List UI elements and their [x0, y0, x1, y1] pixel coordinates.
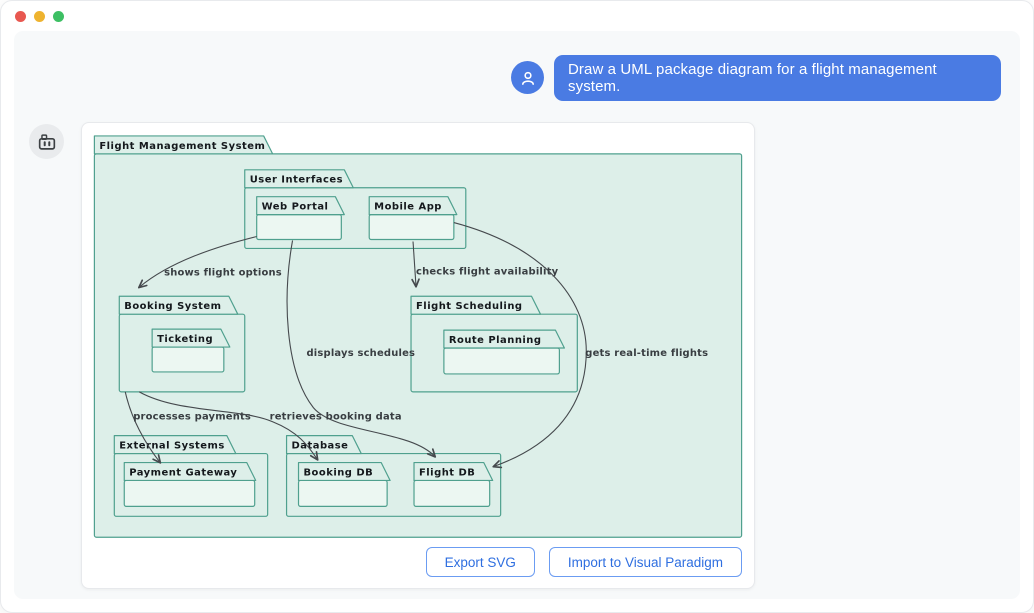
edge-label-gets-real-time-flights: gets real-time flights [585, 348, 708, 359]
edge-label-checks-flight-availability: checks flight availability [416, 266, 559, 277]
robot-icon [36, 131, 58, 153]
edge-label-retrieves-booking-data: retrieves booking data [270, 412, 402, 423]
diagram-actions: Export SVG Import to Visual Paradigm [426, 547, 742, 577]
package-label-database: Database [292, 441, 349, 452]
zoom-button[interactable] [53, 11, 64, 22]
package-label-booking-db: Booking DB [303, 467, 373, 478]
window-controls [15, 11, 64, 22]
package-web-portal: Web Portal [257, 197, 345, 240]
package-label-web-portal: Web Portal [262, 202, 329, 213]
minimize-button[interactable] [34, 11, 45, 22]
package-mobile-app: Mobile App [369, 197, 457, 240]
user-message-bubble: Draw a UML package diagram for a flight … [554, 55, 1001, 101]
package-label-flight-management-system: Flight Management System [99, 141, 265, 152]
person-icon [518, 68, 538, 88]
diagram-card: Flight Management System User Interfaces W… [81, 122, 755, 589]
package-label-route-planning: Route Planning [449, 335, 542, 346]
package-label-ticketing: Ticketing [157, 334, 213, 345]
package-label-flight-db: Flight DB [419, 467, 475, 478]
edge-label-shows-flight-options: shows flight options [164, 267, 282, 278]
import-visual-paradigm-button[interactable]: Import to Visual Paradigm [549, 547, 742, 577]
user-avatar [511, 61, 544, 94]
package-label-user-interfaces: User Interfaces [250, 175, 343, 186]
app-window: Draw a UML package diagram for a flight … [0, 0, 1034, 613]
package-label-payment-gateway: Payment Gateway [129, 467, 237, 478]
package-label-flight-scheduling: Flight Scheduling [416, 301, 523, 312]
package-ticketing: Ticketing [152, 329, 230, 372]
package-label-mobile-app: Mobile App [374, 202, 442, 213]
uml-package-diagram: Flight Management System User Interfaces W… [82, 123, 754, 588]
package-flight-db: Flight DB [414, 463, 493, 507]
export-svg-button[interactable]: Export SVG [426, 547, 535, 577]
package-payment-gateway: Payment Gateway [124, 463, 255, 507]
close-button[interactable] [15, 11, 26, 22]
edge-label-displays-schedules: displays schedules [306, 348, 415, 359]
package-label-booking-system: Booking System [124, 301, 221, 312]
edge-label-processes-payments: processes payments [133, 412, 251, 423]
package-booking-db: Booking DB [299, 463, 391, 507]
package-label-external-systems: External Systems [119, 441, 225, 452]
package-route-planning: Route Planning [444, 330, 564, 374]
bot-avatar [29, 124, 64, 159]
